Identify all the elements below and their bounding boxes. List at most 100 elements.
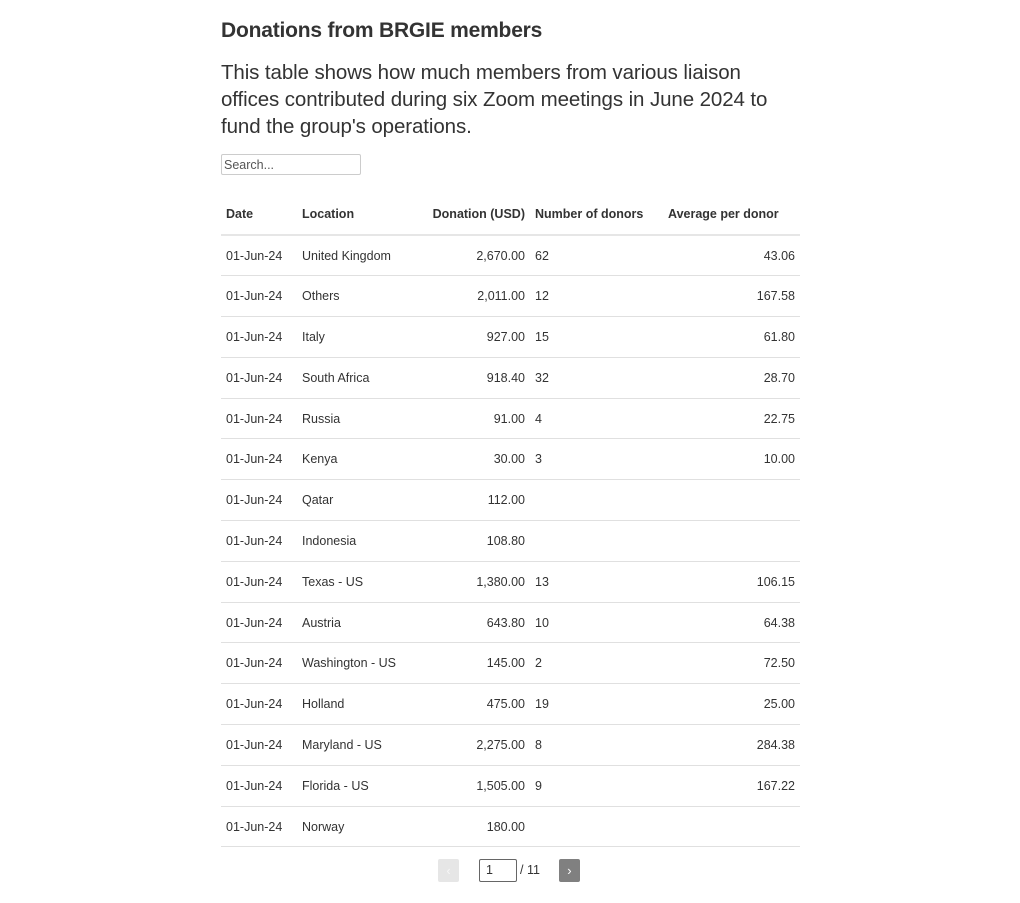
cell-location: Texas - US (297, 561, 414, 603)
cell-average: 43.06 (663, 235, 800, 277)
cell-donors (530, 520, 663, 562)
cell-average: 72.50 (663, 642, 800, 685)
page-number-input[interactable] (479, 858, 517, 882)
cell-date: 01-Jun-24 (221, 438, 297, 481)
cell-location: United Kingdom (297, 235, 414, 277)
cell-average: 167.22 (663, 765, 800, 807)
table-row: 01-Jun-24 Florida - US 1,505.00 9 167.22 (221, 765, 800, 807)
table-row: 01-Jun-24 Washington - US 145.00 2 72.50 (221, 642, 800, 685)
page-container: Donations from BRGIE members This table … (221, 0, 800, 848)
search-input[interactable] (221, 154, 361, 175)
cell-date: 01-Jun-24 (221, 602, 297, 644)
cell-date: 01-Jun-24 (221, 316, 297, 358)
cell-average: 167.58 (663, 275, 800, 318)
cell-average: 22.75 (663, 398, 800, 440)
chevron-left-icon: ‹ (446, 862, 451, 878)
table-row: 01-Jun-24 Qatar 112.00 (221, 479, 800, 522)
cell-donors: 15 (530, 316, 663, 358)
cell-donation: 475.00 (414, 683, 530, 726)
cell-donors: 13 (530, 561, 663, 603)
cell-donors: 2 (530, 642, 663, 685)
table-row: 01-Jun-24 Italy 927.00 15 61.80 (221, 316, 800, 358)
cell-location: Kenya (297, 438, 414, 481)
cell-donation: 2,011.00 (414, 275, 530, 318)
cell-average: 284.38 (663, 724, 800, 766)
cell-donation: 108.80 (414, 520, 530, 562)
cell-donation: 2,670.00 (414, 235, 530, 277)
previous-page-button[interactable]: ‹ (438, 858, 459, 882)
column-header-donors[interactable]: Number of donors (530, 194, 663, 236)
cell-donation: 643.80 (414, 602, 530, 644)
cell-average (663, 806, 800, 848)
cell-date: 01-Jun-24 (221, 357, 297, 399)
cell-donation: 2,275.00 (414, 724, 530, 766)
column-header-average[interactable]: Average per donor (663, 194, 800, 236)
cell-donation: 1,380.00 (414, 561, 530, 603)
cell-location: Holland (297, 683, 414, 726)
cell-donors: 9 (530, 765, 663, 807)
search-wrapper (221, 154, 800, 176)
cell-date: 01-Jun-24 (221, 642, 297, 685)
table-row: 01-Jun-24 Austria 643.80 10 64.38 (221, 602, 800, 644)
cell-donation: 1,505.00 (414, 765, 530, 807)
cell-donation: 30.00 (414, 438, 530, 481)
cell-date: 01-Jun-24 (221, 724, 297, 766)
cell-donation: 91.00 (414, 398, 530, 440)
cell-date: 01-Jun-24 (221, 765, 297, 807)
table-row: 01-Jun-24 Maryland - US 2,275.00 8 284.38 (221, 724, 800, 766)
cell-average: 106.15 (663, 561, 800, 603)
cell-donors: 19 (530, 683, 663, 726)
table-row: 01-Jun-24 Kenya 30.00 3 10.00 (221, 438, 800, 481)
cell-location: Others (297, 275, 414, 318)
cell-location: Austria (297, 602, 414, 644)
table-row: 01-Jun-24 Texas - US 1,380.00 13 106.15 (221, 561, 800, 603)
column-header-date[interactable]: Date (221, 194, 297, 236)
cell-donors: 32 (530, 357, 663, 399)
table-row: 01-Jun-24 Others 2,011.00 12 167.58 (221, 275, 800, 318)
cell-date: 01-Jun-24 (221, 398, 297, 440)
cell-average: 10.00 (663, 438, 800, 481)
table-row: 01-Jun-24 United Kingdom 2,670.00 62 43.06 (221, 235, 800, 277)
cell-donors: 8 (530, 724, 663, 766)
cell-location: South Africa (297, 357, 414, 399)
cell-donors (530, 479, 663, 522)
cell-donors (530, 806, 663, 848)
cell-location: Washington - US (297, 642, 414, 685)
cell-donation: 918.40 (414, 357, 530, 399)
cell-location: Norway (297, 806, 414, 848)
cell-donation: 145.00 (414, 642, 530, 685)
page-total-label: / 11 (520, 863, 540, 877)
cell-location: Italy (297, 316, 414, 358)
table-body: 01-Jun-24 United Kingdom 2,670.00 62 43.06 01… (221, 235, 800, 848)
column-header-donation[interactable]: Donation (USD) (414, 194, 530, 236)
cell-average (663, 479, 800, 522)
cell-donors: 62 (530, 235, 663, 277)
cell-donors: 12 (530, 275, 663, 318)
cell-donation: 112.00 (414, 479, 530, 522)
cell-donors: 3 (530, 438, 663, 481)
cell-average: 25.00 (663, 683, 800, 726)
donations-table: Date Location Donation (USD) Number of d… (221, 194, 800, 848)
cell-date: 01-Jun-24 (221, 520, 297, 562)
table-row: 01-Jun-24 Indonesia 108.80 (221, 520, 800, 562)
cell-date: 01-Jun-24 (221, 683, 297, 726)
cell-donation: 180.00 (414, 806, 530, 848)
cell-date: 01-Jun-24 (221, 275, 297, 318)
cell-location: Qatar (297, 479, 414, 522)
cell-date: 01-Jun-24 (221, 479, 297, 522)
table-row: 01-Jun-24 Holland 475.00 19 25.00 (221, 683, 800, 726)
cell-average: 61.80 (663, 316, 800, 358)
table-row: 01-Jun-24 Norway 180.00 (221, 806, 800, 848)
cell-date: 01-Jun-24 (221, 806, 297, 848)
next-page-button[interactable]: › (558, 858, 580, 882)
column-header-location[interactable]: Location (297, 194, 414, 236)
cell-location: Indonesia (297, 520, 414, 562)
cell-location: Russia (297, 398, 414, 440)
cell-donors: 4 (530, 398, 663, 440)
cell-location: Florida - US (297, 765, 414, 807)
chevron-right-icon: › (567, 862, 572, 878)
table-header-row: Date Location Donation (USD) Number of d… (221, 194, 800, 236)
page-description: This table shows how much members from v… (221, 61, 768, 138)
cell-average: 64.38 (663, 602, 800, 644)
pagination: ‹ / 11 › (438, 858, 580, 882)
